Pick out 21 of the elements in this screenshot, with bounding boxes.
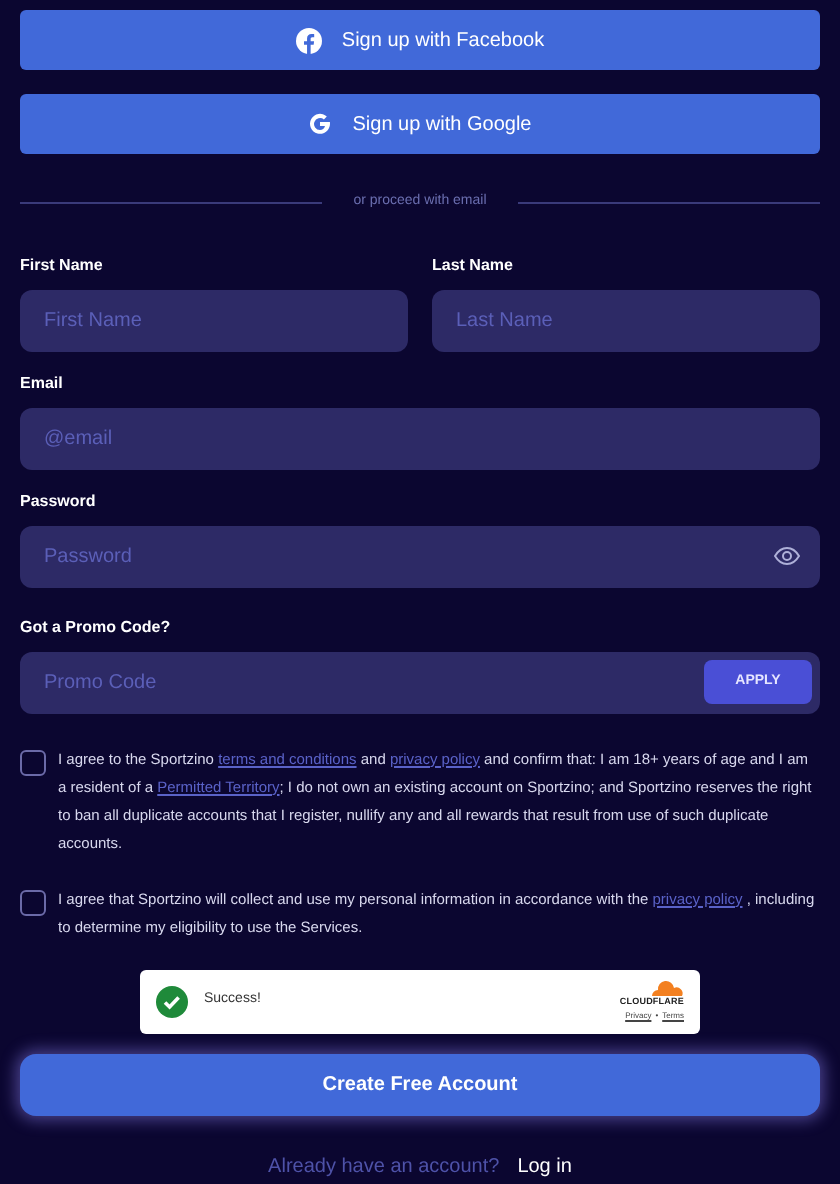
login-prompt: Already have an account?	[268, 1153, 500, 1181]
input-field[interactable]: Last Name	[432, 289, 820, 351]
login-link[interactable]: Log in	[517, 1151, 572, 1181]
social-signup-button[interactable]: Sign up with Facebook	[20, 10, 820, 70]
create-account-button[interactable]: Create Free Account	[20, 1053, 820, 1115]
field-label: Password	[20, 489, 98, 513]
social-signup-button[interactable]: Sign up with Google	[20, 94, 820, 154]
checkbox[interactable]	[20, 889, 46, 915]
checkbox[interactable]	[20, 749, 46, 775]
check-circle-icon	[156, 985, 188, 1017]
input-field[interactable]: First Name	[20, 289, 408, 351]
field-label: Last Name	[432, 253, 515, 277]
cloud-icon	[648, 980, 684, 997]
google-icon	[308, 112, 333, 136]
eye-icon[interactable]	[774, 545, 800, 565]
input-field[interactable]: @email	[20, 407, 820, 469]
facebook-icon	[295, 27, 322, 53]
field-label: First Name	[20, 253, 105, 277]
field-label: Got a Promo Code?	[20, 615, 173, 639]
password-field[interactable]: Password	[20, 525, 820, 587]
field-label: Email	[20, 371, 65, 395]
